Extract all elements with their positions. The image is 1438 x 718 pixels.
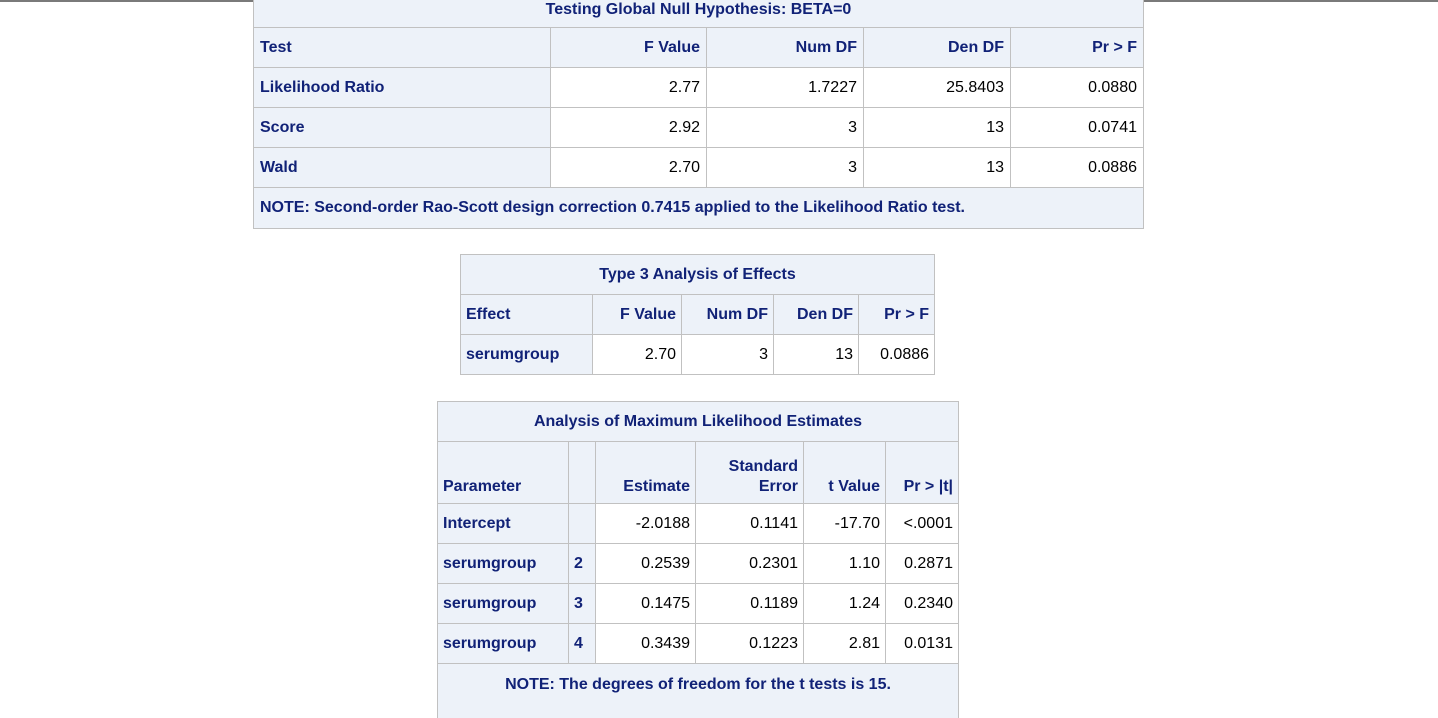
cell-value: 0.1189: [695, 583, 804, 624]
cell-value: 13: [773, 334, 859, 375]
cell-value: 2.70: [550, 147, 707, 188]
row-level: 4: [568, 623, 596, 664]
column-header-test: Test: [253, 27, 551, 68]
column-header-estimate: Estimate: [595, 441, 696, 504]
row-header: serumgroup: [460, 334, 593, 375]
cell-value: 3: [706, 147, 864, 188]
cell-value: 2.70: [592, 334, 682, 375]
column-header-den-df: Den DF: [863, 27, 1011, 68]
cell-value: 0.0131: [885, 623, 959, 664]
cell-value: 1.24: [803, 583, 886, 624]
column-header-level: [568, 441, 596, 504]
cell-value: 1.10: [803, 543, 886, 584]
cell-value: -17.70: [803, 503, 886, 544]
cell-value: 3: [706, 107, 864, 148]
sas-output-page: Testing Global Null Hypothesis: BETA=0 T…: [0, 0, 1438, 718]
cell-value: 0.2340: [885, 583, 959, 624]
max-likelihood-estimates-table: Analysis of Maximum Likelihood Estimates…: [437, 401, 959, 718]
cell-value: <.0001: [885, 503, 959, 544]
cell-value: 13: [863, 147, 1011, 188]
column-header-num-df: Num DF: [706, 27, 864, 68]
column-header-f-value: F Value: [592, 294, 682, 335]
table-row: serumgroup 2 0.2539 0.2301 1.10 0.2871: [437, 543, 959, 584]
column-header-effect: Effect: [460, 294, 593, 335]
table-title: Type 3 Analysis of Effects: [459, 254, 936, 295]
column-header-f-value: F Value: [550, 27, 707, 68]
row-level: [568, 503, 596, 544]
cell-value: 3: [681, 334, 774, 375]
cell-value: 2.81: [803, 623, 886, 664]
column-header-den-df: Den DF: [773, 294, 859, 335]
table-title: Testing Global Null Hypothesis: BETA=0: [253, 0, 1144, 28]
column-header-parameter: Parameter: [437, 441, 569, 504]
cell-value: 2.77: [550, 67, 707, 108]
table-row: Intercept -2.0188 0.1141 -17.70 <.0001: [437, 503, 959, 544]
cell-value: 0.1475: [595, 583, 696, 624]
column-header-num-df: Num DF: [681, 294, 774, 335]
column-header-t-value: t Value: [803, 441, 886, 504]
global-null-hypothesis-table: Testing Global Null Hypothesis: BETA=0 T…: [253, 0, 1144, 229]
cell-value: 0.0741: [1010, 107, 1144, 148]
column-header-pr-f: Pr > F: [857, 294, 936, 335]
row-level: 2: [568, 543, 596, 584]
table-row: serumgroup 4 0.3439 0.1223 2.81 0.0131: [437, 623, 959, 664]
row-level: 3: [568, 583, 596, 624]
row-header: serumgroup: [437, 623, 569, 664]
header-line: Standard: [728, 458, 798, 475]
row-header: Score: [253, 107, 551, 148]
table-row: Score 2.92 3 13 0.0741: [253, 107, 1144, 148]
row-header: serumgroup: [437, 543, 569, 584]
table-row: Wald 2.70 3 13 0.0886: [253, 147, 1144, 188]
row-header: Intercept: [437, 503, 569, 544]
table-note: NOTE: Second-order Rao-Scott design corr…: [253, 187, 1144, 229]
cell-value: 0.1223: [695, 623, 804, 664]
header-line: Error: [758, 478, 798, 495]
cell-value: -2.0188: [595, 503, 696, 544]
table-row: serumgroup 3 0.1475 0.1189 1.24 0.2340: [437, 583, 959, 624]
cell-value: 0.0880: [1010, 67, 1144, 108]
table-note: NOTE: The degrees of freedom for the t t…: [437, 663, 959, 718]
cell-value: 0.3439: [595, 623, 696, 664]
table-title: Analysis of Maximum Likelihood Estimates: [437, 401, 959, 442]
row-header: Wald: [253, 147, 551, 188]
table-row: serumgroup 2.70 3 13 0.0886: [460, 334, 936, 375]
cell-value: 0.1141: [695, 503, 804, 544]
cell-value: 2.92: [550, 107, 707, 148]
cell-value: 1.7227: [706, 67, 864, 108]
column-header-standard-error: Standard Error: [695, 441, 804, 504]
cell-value: 0.2539: [595, 543, 696, 584]
cell-value: 0.0886: [857, 334, 936, 375]
cell-value: 0.0886: [1010, 147, 1144, 188]
cell-value: 0.2871: [885, 543, 959, 584]
table-row: Likelihood Ratio 2.77 1.7227 25.8403 0.0…: [253, 67, 1144, 108]
column-header-pr-f: Pr > F: [1010, 27, 1144, 68]
row-header: Likelihood Ratio: [253, 67, 551, 108]
cell-value: 13: [863, 107, 1011, 148]
cell-value: 0.2301: [695, 543, 804, 584]
row-header: serumgroup: [437, 583, 569, 624]
type3-analysis-table: Type 3 Analysis of Effects Effect F Valu…: [459, 254, 936, 375]
column-header-pr-t: Pr > |t|: [885, 441, 959, 504]
cell-value: 25.8403: [863, 67, 1011, 108]
